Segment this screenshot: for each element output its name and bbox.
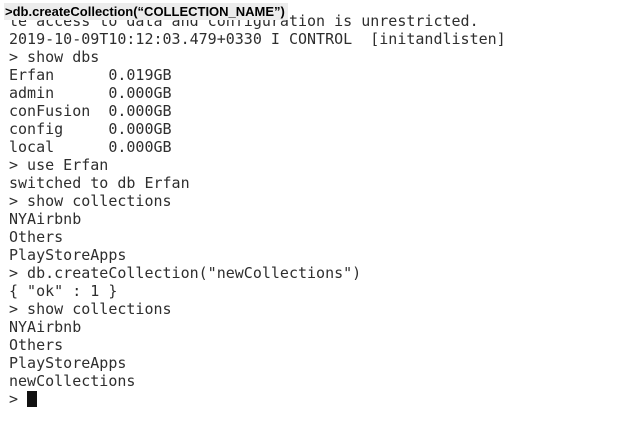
terminal-prompt-line[interactable]: > [9,390,506,408]
prompt-symbol: > [9,390,19,408]
terminal-line: > show collections [9,192,172,210]
terminal-line: > show dbs [9,48,100,66]
command-caption: >db.createCollection(“COLLECTION_NAME”) [4,3,288,20]
terminal-output: te access to data and configuration is u… [9,12,506,408]
terminal-line: 2019-10-09T10:12:03.479+0330 I CONTROL [… [9,30,506,48]
terminal-line: config 0.000GB [9,120,172,138]
terminal-line: PlayStoreApps [9,246,127,264]
terminal-line: Erfan 0.019GB [9,66,172,84]
terminal-line: local 0.000GB [9,138,172,156]
screenshot: >db.createCollection(“COLLECTION_NAME”) … [0,0,643,431]
terminal-window[interactable]: te access to data and configuration is u… [0,12,643,431]
terminal-line: > show collections [9,300,172,318]
terminal-line: Others [9,228,64,246]
terminal-line: > use Erfan [9,156,109,174]
terminal-line: newCollections [9,372,136,390]
terminal-line: conFusion 0.000GB [9,102,172,120]
text-cursor [27,391,38,407]
terminal-line: > db.createCollection("newCollections") [9,264,362,282]
terminal-line: NYAirbnb [9,318,82,336]
terminal-line: Others [9,336,64,354]
terminal-line: { "ok" : 1 } [9,282,118,300]
terminal-line: switched to db Erfan [9,174,190,192]
terminal-line: NYAirbnb [9,210,82,228]
terminal-line: PlayStoreApps [9,354,127,372]
terminal-line: admin 0.000GB [9,84,172,102]
